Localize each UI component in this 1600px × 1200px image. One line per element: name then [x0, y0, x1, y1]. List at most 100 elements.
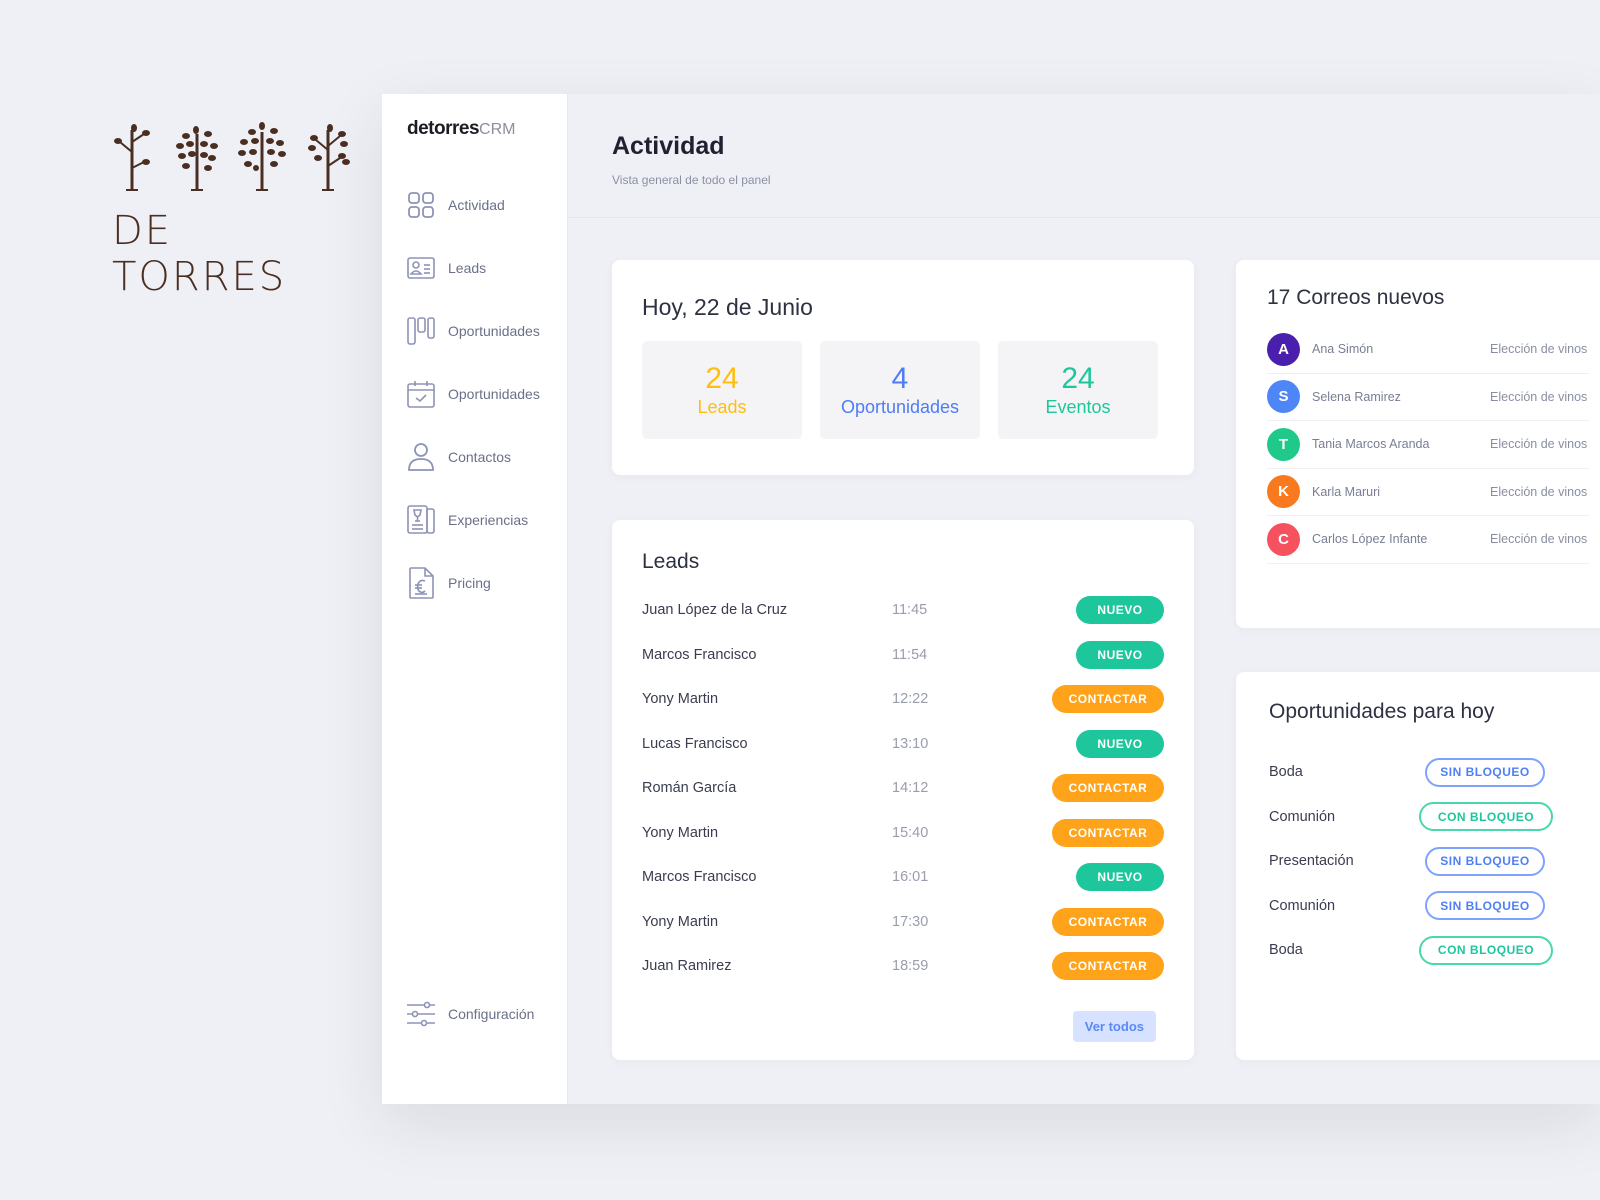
- lead-time: 13:10: [892, 735, 929, 752]
- opportunity-row[interactable]: Boda CON BLOQUEO: [1269, 928, 1600, 973]
- logo-crm: CRM: [479, 121, 516, 138]
- sidebar-item-pricing[interactable]: Pricing: [406, 567, 556, 599]
- opportunity-name: Comunión: [1269, 808, 1336, 825]
- page-header: Actividad Vista general de todo el panel: [568, 94, 1600, 218]
- today-summary-card: Hoy, 22 de Junio 24 Leads 4 Oportunidade…: [612, 260, 1194, 475]
- stat-label: Leads: [697, 396, 747, 417]
- lead-time: 11:45: [892, 602, 928, 619]
- opportunities-list: Boda SIN BLOQUEO Comunión CON BLOQUEO Presen…: [1269, 750, 1600, 973]
- sidebar-item-configuracion[interactable]: Configuración: [406, 999, 534, 1029]
- grid-icon: [406, 190, 436, 220]
- lead-row[interactable]: Marcos Francisco 11:54 NUEVO: [642, 633, 1164, 678]
- opportunity-row[interactable]: Boda SIN BLOQUEO: [1269, 750, 1600, 795]
- app-logo[interactable]: detorresCRM: [407, 118, 515, 140]
- mail-row[interactable]: K Karla Maruri Elección de vinos: [1267, 469, 1589, 516]
- avatar: C: [1267, 522, 1300, 556]
- lock-status-pill[interactable]: SIN BLOQUEO: [1425, 846, 1545, 876]
- page-title: Actividad: [612, 132, 725, 160]
- stat-label: Eventos: [1045, 396, 1111, 417]
- mail-subject: Elección de vinos: [1490, 342, 1588, 357]
- lead-name: Lucas Francisco: [642, 735, 748, 752]
- lead-row[interactable]: Yony Martin 17:30 CONTACTAR: [642, 900, 1164, 945]
- lead-status-badge[interactable]: NUEVO: [1076, 863, 1164, 892]
- stat-value: 4: [891, 361, 909, 395]
- lock-status-pill[interactable]: SIN BLOQUEO: [1425, 891, 1545, 921]
- sidebar-item-actividad[interactable]: Actividad: [406, 190, 556, 220]
- opportunity-row[interactable]: Comunión CON BLOQUEO: [1269, 795, 1600, 840]
- lead-status-badge[interactable]: CONTACTAR: [1052, 774, 1164, 803]
- leads-list: Juan López de la Cruz 11:45 NUEVO Marcos Fr…: [642, 588, 1164, 989]
- sidebar-item-label: Oportunidades: [448, 323, 540, 339]
- avatar: K: [1267, 475, 1300, 509]
- brand-name: DE TORRES: [112, 208, 287, 300]
- lead-time: 12:22: [892, 691, 929, 708]
- mail-subject: Elección de vinos: [1490, 389, 1588, 404]
- lead-status-badge[interactable]: CONTACTAR: [1052, 907, 1164, 936]
- sliders-icon: [406, 999, 436, 1029]
- lead-row[interactable]: Yony Martin 12:22 CONTACTAR: [642, 677, 1164, 722]
- sidebar-item-experiencias[interactable]: Experiencias: [406, 505, 556, 535]
- mail-row[interactable]: A Ana Simón Elección de vinos: [1267, 326, 1589, 374]
- lead-time: 17:30: [892, 913, 929, 930]
- opportunity-row[interactable]: Comunión SIN BLOQUEO: [1269, 884, 1600, 929]
- lead-status-badge[interactable]: NUEVO: [1076, 640, 1164, 669]
- sidebar-item-oportunidades-calendar[interactable]: Oportunidades: [406, 379, 556, 409]
- opportunity-name: Presentación: [1269, 853, 1354, 870]
- lead-status-badge[interactable]: NUEVO: [1076, 729, 1164, 758]
- opportunity-name: Boda: [1269, 942, 1303, 959]
- opportunity-name: Boda: [1269, 764, 1303, 781]
- lead-row[interactable]: Juan Ramirez 18:59 CONTACTAR: [642, 944, 1164, 989]
- lead-time: 18:59: [892, 958, 929, 975]
- id-card-icon: [406, 253, 436, 283]
- sidebar-item-leads[interactable]: Leads: [406, 253, 556, 283]
- opportunity-row[interactable]: Presentación SIN BLOQUEO: [1269, 839, 1600, 884]
- today-title: Hoy, 22 de Junio: [642, 294, 813, 320]
- mail-sender: Tania Marcos Aranda: [1312, 437, 1430, 452]
- calendar-check-icon: [406, 379, 436, 409]
- sidebar-item-contactos[interactable]: Contactos: [406, 442, 556, 472]
- lock-status-pill[interactable]: CON BLOQUEO: [1419, 935, 1553, 965]
- lead-status-badge[interactable]: CONTACTAR: [1052, 818, 1164, 847]
- trees-icon: [114, 122, 350, 191]
- sidebar-item-oportunidades-board[interactable]: Oportunidades: [406, 316, 556, 346]
- lead-row[interactable]: Yony Martin 15:40 CONTACTAR: [642, 811, 1164, 856]
- sidebar-nav: Actividad Leads Oportunidades Oportunida…: [406, 190, 556, 631]
- lead-name: Yony Martin: [642, 913, 719, 930]
- lead-status-badge[interactable]: CONTACTAR: [1052, 952, 1164, 981]
- leads-title: Leads: [642, 550, 700, 573]
- opportunity-name: Comunión: [1269, 897, 1336, 914]
- sidebar-item-label: Contactos: [448, 449, 512, 465]
- lock-status-pill[interactable]: CON BLOQUEO: [1419, 802, 1553, 832]
- lead-name: Román García: [642, 780, 737, 797]
- lead-time: 11:54: [892, 646, 928, 663]
- user-icon: [406, 442, 436, 472]
- stat-oportunidades[interactable]: 4 Oportunidades: [820, 341, 980, 439]
- lead-status-badge[interactable]: NUEVO: [1076, 596, 1164, 625]
- sidebar-item-label: Pricing: [448, 575, 491, 591]
- view-all-button[interactable]: Ver todos: [1072, 1011, 1156, 1042]
- lead-row[interactable]: Marcos Francisco 16:01 NUEVO: [642, 855, 1164, 900]
- euro-document-icon: [406, 567, 436, 599]
- lead-row[interactable]: Román García 14:12 CONTACTAR: [642, 766, 1164, 811]
- stat-value: 24: [1061, 361, 1095, 395]
- opportunities-card: Oportunidades para hoy Boda SIN BLOQUEO Co…: [1236, 672, 1600, 1060]
- stat-eventos[interactable]: 24 Eventos: [998, 341, 1158, 439]
- mails-list: A Ana Simón Elección de vinos S Selena Ramir…: [1267, 326, 1589, 564]
- page-subtitle: Vista general de todo el panel: [612, 173, 771, 187]
- lead-status-badge[interactable]: CONTACTAR: [1052, 685, 1164, 714]
- lead-row[interactable]: Lucas Francisco 13:10 NUEVO: [642, 722, 1164, 767]
- sidebar-item-label: Configuración: [448, 1006, 535, 1022]
- stat-leads[interactable]: 24 Leads: [642, 341, 802, 439]
- main-content: Actividad Vista general de todo el panel…: [568, 94, 1600, 1104]
- lock-status-pill[interactable]: SIN BLOQUEO: [1425, 757, 1545, 787]
- mail-row[interactable]: C Carlos López Infante Elección de vinos: [1267, 516, 1589, 564]
- sidebar-item-label: Oportunidades: [448, 386, 540, 402]
- mail-row[interactable]: T Tania Marcos Aranda Elección de vinos: [1267, 421, 1589, 469]
- sidebar-item-label: Experiencias: [448, 512, 529, 528]
- lead-row[interactable]: Juan López de la Cruz 11:45 NUEVO: [642, 588, 1164, 633]
- mail-subject: Elección de vinos: [1490, 532, 1588, 547]
- mail-sender: Ana Simón: [1312, 342, 1374, 357]
- sidebar: detorresCRM Actividad Leads Oportunidade…: [382, 94, 568, 1104]
- mail-sender: Carlos López Infante: [1312, 532, 1428, 547]
- mail-row[interactable]: S Selena Ramirez Elección de vinos: [1267, 374, 1589, 421]
